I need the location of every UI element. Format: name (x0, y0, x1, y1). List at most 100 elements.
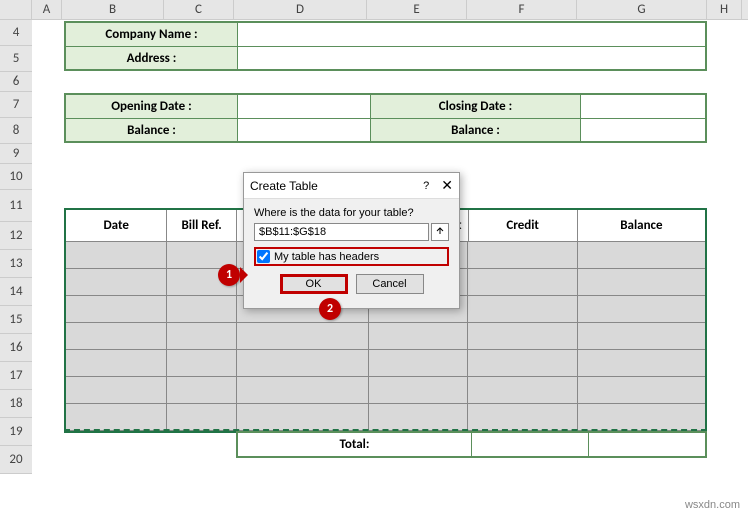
col-header-G[interactable]: G (577, 0, 707, 19)
th-balance[interactable]: Balance (578, 210, 705, 242)
table-cell[interactable] (167, 404, 237, 431)
dialog-title: Create Table (250, 179, 423, 193)
table-cell[interactable] (369, 323, 468, 350)
row-header-8[interactable]: 8 (0, 118, 32, 144)
row-header-14[interactable]: 14 (0, 278, 32, 306)
table-cell[interactable] (237, 350, 369, 377)
table-cell[interactable] (66, 404, 167, 431)
col-header-A[interactable]: A (32, 0, 62, 19)
total-credit-cell[interactable] (589, 433, 705, 456)
col-header-B[interactable]: B (62, 0, 164, 19)
close-icon[interactable]: ✕ (441, 177, 453, 194)
closing-date-cell[interactable] (581, 95, 705, 118)
table-cell[interactable] (468, 350, 577, 377)
balance-right-label: Balance : (371, 119, 581, 141)
balance-left-label: Balance : (66, 119, 238, 141)
address-label: Address : (66, 47, 238, 69)
table-cell[interactable] (237, 404, 369, 431)
table-cell[interactable] (468, 323, 577, 350)
table-cell[interactable] (578, 242, 705, 269)
table-cell[interactable] (578, 269, 705, 296)
row-header-18[interactable]: 18 (0, 390, 32, 418)
row-header-5[interactable]: 5 (0, 46, 32, 72)
table-cell[interactable] (66, 242, 167, 269)
row-header-7[interactable]: 7 (0, 92, 32, 118)
ok-button[interactable]: OK (280, 274, 348, 294)
dialog-titlebar[interactable]: Create Table ? ✕ (244, 173, 459, 199)
col-header-D[interactable]: D (234, 0, 367, 19)
th-credit[interactable]: Credit (469, 210, 578, 242)
row-header-12[interactable]: 12 (0, 222, 32, 250)
total-row: Total: (236, 431, 707, 458)
table-cell[interactable] (369, 377, 468, 404)
row-header-13[interactable]: 13 (0, 250, 32, 278)
arrow-icon (240, 267, 256, 283)
row-header-20[interactable]: 20 (0, 446, 32, 474)
range-input[interactable] (254, 223, 429, 241)
th-date[interactable]: Date (66, 210, 167, 242)
company-name-cell[interactable] (238, 23, 705, 46)
date-balance-table: Opening Date : Closing Date : Balance : … (64, 93, 707, 143)
table-cell[interactable] (578, 404, 705, 431)
table-cell[interactable] (66, 296, 167, 323)
table-cell[interactable] (66, 323, 167, 350)
address-cell[interactable] (238, 47, 705, 69)
table-cell[interactable] (237, 377, 369, 404)
row-header-10[interactable]: 10 (0, 164, 32, 190)
balance-right-cell[interactable] (581, 119, 705, 141)
headers-checkbox-row[interactable]: My table has headers (254, 247, 449, 266)
company-info-table: Company Name : Address : (64, 21, 707, 71)
table-cell[interactable] (369, 350, 468, 377)
table-cell[interactable] (578, 296, 705, 323)
balance-left-cell[interactable] (238, 119, 371, 141)
table-cell[interactable] (167, 377, 237, 404)
col-header-H[interactable]: H (707, 0, 742, 19)
company-name-label: Company Name : (66, 23, 238, 46)
row-header-4[interactable]: 4 (0, 20, 32, 46)
col-header-E[interactable]: E (367, 0, 467, 19)
closing-date-label: Closing Date : (371, 95, 581, 118)
table-cell[interactable] (66, 377, 167, 404)
column-headers: A B C D E F G H (0, 0, 748, 20)
cancel-button[interactable]: Cancel (356, 274, 424, 294)
table-cell[interactable] (578, 350, 705, 377)
table-cell[interactable] (468, 296, 577, 323)
total-label: Total: (238, 433, 472, 456)
headers-checkbox[interactable] (257, 250, 270, 263)
select-all-corner[interactable] (0, 0, 32, 19)
callout-badge-2: 2 (319, 298, 341, 320)
table-cell[interactable] (66, 269, 167, 296)
table-cell[interactable] (578, 377, 705, 404)
row-header-19[interactable]: 19 (0, 418, 32, 446)
table-cell[interactable] (468, 404, 577, 431)
table-cell[interactable] (468, 242, 577, 269)
badge-number: 2 (327, 302, 333, 316)
table-cell[interactable] (369, 404, 468, 431)
watermark: wsxdn.com (685, 499, 740, 511)
table-cell[interactable] (468, 377, 577, 404)
total-debit-cell[interactable] (472, 433, 589, 456)
row-headers: 4 5 6 7 8 9 10 11 12 13 14 15 16 17 18 1… (0, 20, 32, 474)
row-header-6[interactable]: 6 (0, 72, 32, 92)
table-cell[interactable] (167, 323, 237, 350)
row-header-15[interactable]: 15 (0, 306, 32, 334)
table-cell[interactable] (167, 296, 237, 323)
row-header-9[interactable]: 9 (0, 144, 32, 164)
row-header-11[interactable]: 11 (0, 190, 32, 222)
opening-date-cell[interactable] (238, 95, 371, 118)
col-header-C[interactable]: C (164, 0, 234, 19)
callout-badge-1: 1 (218, 264, 240, 286)
range-picker-button[interactable] (431, 223, 449, 241)
table-cell[interactable] (167, 350, 237, 377)
table-cell[interactable] (66, 350, 167, 377)
help-icon[interactable]: ? (423, 180, 429, 192)
col-header-F[interactable]: F (467, 0, 577, 19)
th-billref[interactable]: Bill Ref. (167, 210, 237, 242)
opening-date-label: Opening Date : (66, 95, 238, 118)
badge-number: 1 (226, 268, 232, 282)
table-cell[interactable] (578, 323, 705, 350)
row-header-16[interactable]: 16 (0, 334, 32, 362)
table-cell[interactable] (237, 323, 369, 350)
table-cell[interactable] (468, 269, 577, 296)
row-header-17[interactable]: 17 (0, 362, 32, 390)
